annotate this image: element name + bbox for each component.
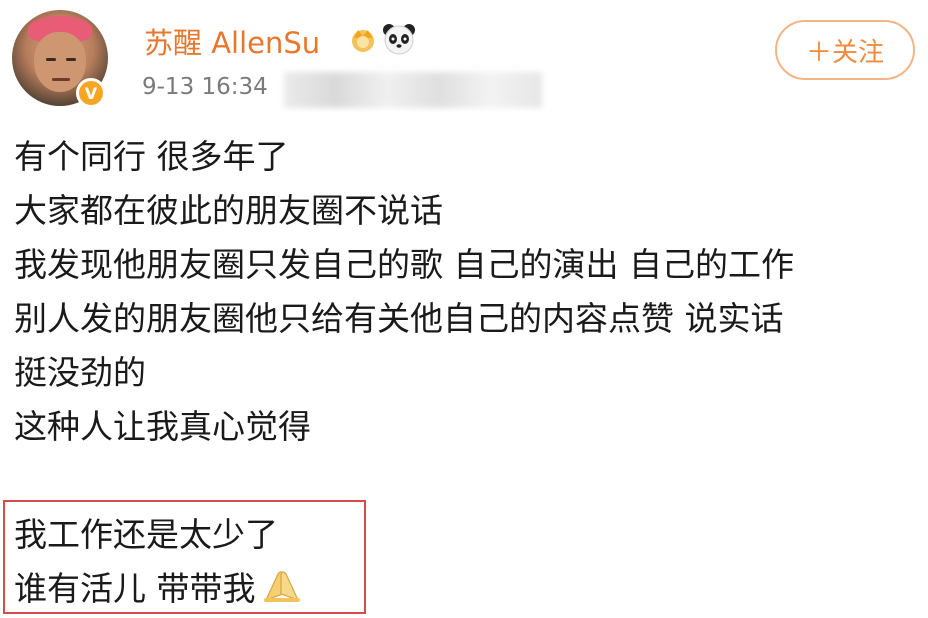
redacted-source-blur [284, 72, 542, 108]
post-line: 这种人让我真心觉得 [14, 407, 311, 446]
post-line: 大家都在彼此的朋友圈不说话 [14, 191, 443, 230]
highlight-box [3, 500, 366, 614]
post-line: 我发现他朋友圈只发自己的歌 自己的演出 自己的工作 [14, 245, 794, 284]
post-line: 有个同行 很多年了 [14, 137, 289, 176]
avatar-mouth [52, 78, 70, 81]
username[interactable]: 苏醒 AllenSu [144, 20, 320, 62]
avatar-eye [46, 58, 56, 61]
avatar-eye [66, 58, 76, 61]
post-timestamp[interactable]: 9-13 16:34 [142, 74, 268, 100]
post-line: 挺没劲的 [14, 353, 146, 392]
follow-button[interactable]: ＋关注 [775, 20, 915, 80]
post-line: 别人发的朋友圈他只给有关他自己的内容点赞 说实话 [14, 299, 784, 338]
panda-icon [383, 24, 415, 55]
crown-icon [352, 30, 374, 52]
verified-badge-icon: V [76, 78, 106, 108]
